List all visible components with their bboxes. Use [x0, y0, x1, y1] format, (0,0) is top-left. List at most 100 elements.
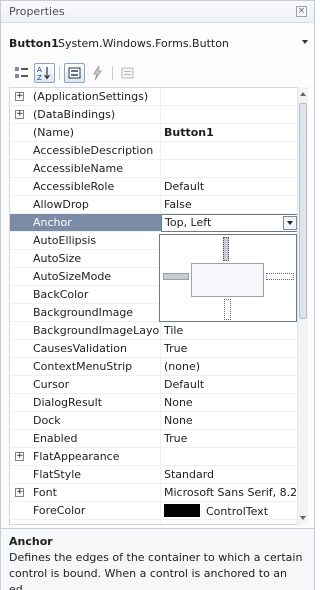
properties-window: Properties × Button1 System.Windows.Form…	[0, 0, 315, 590]
property-value[interactable]: None	[164, 414, 297, 427]
property-row[interactable]: Enabled True	[10, 430, 297, 448]
svg-text:A: A	[37, 66, 42, 74]
description-text: Defines the edges of the container to wh…	[9, 551, 303, 590]
anchor-bottom-toggle[interactable]	[224, 299, 231, 320]
property-pages-button[interactable]	[117, 63, 138, 83]
property-pages-icon	[121, 67, 134, 79]
title-bar: Properties ×	[1, 1, 314, 23]
property-name: AccessibleName	[33, 162, 123, 175]
property-name: AllowDrop	[33, 198, 89, 211]
expand-icon[interactable]: +	[15, 452, 24, 461]
anchor-editor-dropdown[interactable]	[159, 234, 297, 322]
properties-button[interactable]	[64, 63, 85, 83]
description-title: Anchor	[9, 535, 53, 548]
property-name: Font	[33, 486, 57, 499]
toolbar-separator	[59, 66, 60, 80]
expand-icon[interactable]: +	[15, 92, 24, 101]
property-value[interactable]: None	[164, 396, 297, 409]
property-name: AutoEllipsis	[33, 234, 97, 247]
object-selector[interactable]: Button1 System.Windows.Forms.Button	[9, 33, 308, 55]
property-value: Top, Left	[165, 216, 212, 229]
property-row[interactable]: ForeColor ControlText	[10, 502, 297, 520]
property-value[interactable]: Standard	[164, 468, 297, 481]
property-name: ForeColor	[33, 504, 86, 517]
property-value[interactable]: True	[164, 432, 297, 445]
properties-icon	[68, 67, 81, 79]
categorized-button[interactable]	[11, 63, 32, 83]
property-row[interactable]: + (DataBindings)	[10, 106, 297, 124]
property-value[interactable]: True	[164, 342, 297, 355]
property-name: DialogResult	[33, 396, 103, 409]
property-value[interactable]: Default	[164, 378, 297, 391]
property-value[interactable]: (none)	[164, 360, 297, 373]
object-type: System.Windows.Forms.Button	[58, 37, 229, 50]
object-name: Button1	[9, 37, 59, 50]
anchor-control-preview	[191, 263, 264, 297]
property-value[interactable]: Microsoft Sans Serif, 8.25pt	[164, 486, 297, 499]
description-panel: Anchor Defines the edges of the containe…	[1, 528, 314, 590]
property-row[interactable]: AllowDrop False	[10, 196, 297, 214]
scroll-up-icon[interactable]	[300, 92, 306, 96]
expand-icon[interactable]: +	[15, 488, 24, 497]
property-row[interactable]: + (ApplicationSettings)	[10, 88, 297, 106]
property-row[interactable]: ContextMenuStrip (none)	[10, 358, 297, 376]
property-row[interactable]: Dock None	[10, 412, 297, 430]
property-value[interactable]: Tile	[164, 324, 297, 337]
anchor-right-toggle[interactable]	[266, 273, 294, 280]
property-value-editor[interactable]: Top, Left	[161, 214, 297, 232]
property-name: AccessibleDescription	[33, 144, 154, 157]
property-name: FlatStyle	[33, 468, 82, 481]
property-row[interactable]: FlatStyle Standard	[10, 466, 297, 484]
events-button[interactable]	[87, 63, 108, 83]
property-value-text: ControlText	[206, 505, 269, 518]
svg-text:Z: Z	[37, 74, 42, 82]
anchor-top-toggle[interactable]	[223, 237, 229, 261]
alphabetical-icon: A Z	[37, 66, 50, 82]
property-name: BackgroundImage	[33, 306, 134, 319]
property-row[interactable]: AccessibleDescription	[10, 142, 297, 160]
property-name: BackgroundImageLayout	[33, 324, 159, 337]
events-icon	[93, 65, 102, 81]
property-row[interactable]: (Name) Button1	[10, 124, 297, 142]
scroll-thumb[interactable]	[299, 103, 307, 319]
property-row[interactable]: Anchor Top, Left	[10, 214, 297, 232]
property-row[interactable]: + Font Microsoft Sans Serif, 8.25pt	[10, 484, 297, 502]
vertical-scrollbar[interactable]	[297, 87, 308, 525]
toolbar-separator	[112, 66, 113, 80]
property-name: BackColor	[33, 288, 89, 301]
scroll-down-icon[interactable]	[300, 516, 306, 520]
property-row[interactable]: CausesValidation True	[10, 340, 297, 358]
color-swatch	[164, 504, 200, 517]
property-value[interactable]: False	[164, 198, 297, 211]
window-title: Properties	[9, 5, 65, 18]
categorized-icon	[15, 67, 28, 78]
property-name: Anchor	[33, 216, 72, 229]
alphabetical-button[interactable]: A Z	[34, 63, 55, 83]
property-row[interactable]: AccessibleRole Default	[10, 178, 297, 196]
toolbar: A Z	[9, 62, 308, 84]
property-name: (ApplicationSettings)	[33, 90, 149, 103]
property-name: FlatAppearance	[33, 450, 120, 463]
property-value[interactable]: Button1	[164, 126, 297, 139]
property-name: AccessibleRole	[33, 180, 115, 193]
close-icon[interactable]: ×	[296, 6, 307, 17]
expand-icon[interactable]: +	[15, 110, 24, 119]
property-row[interactable]: AccessibleName	[10, 160, 297, 178]
property-row[interactable]: Cursor Default	[10, 376, 297, 394]
property-name: ContextMenuStrip	[33, 360, 133, 373]
property-name: Enabled	[33, 432, 78, 445]
property-name: AutoSizeMode	[33, 270, 112, 283]
property-value[interactable]: Default	[164, 180, 297, 193]
property-name: CausesValidation	[33, 342, 127, 355]
property-row[interactable]: DialogResult None	[10, 394, 297, 412]
property-name: (DataBindings)	[33, 108, 116, 121]
property-name: Cursor	[33, 378, 70, 391]
property-row[interactable]: + FlatAppearance	[10, 448, 297, 466]
property-value[interactable]: ControlText	[164, 504, 297, 518]
property-row[interactable]: BackgroundImageLayout Tile	[10, 322, 297, 340]
anchor-left-toggle[interactable]	[163, 273, 189, 280]
property-name: (Name)	[33, 126, 75, 139]
chevron-down-icon[interactable]	[302, 40, 308, 44]
property-name: AutoSize	[33, 252, 82, 265]
dropdown-arrow-icon[interactable]	[283, 216, 297, 230]
